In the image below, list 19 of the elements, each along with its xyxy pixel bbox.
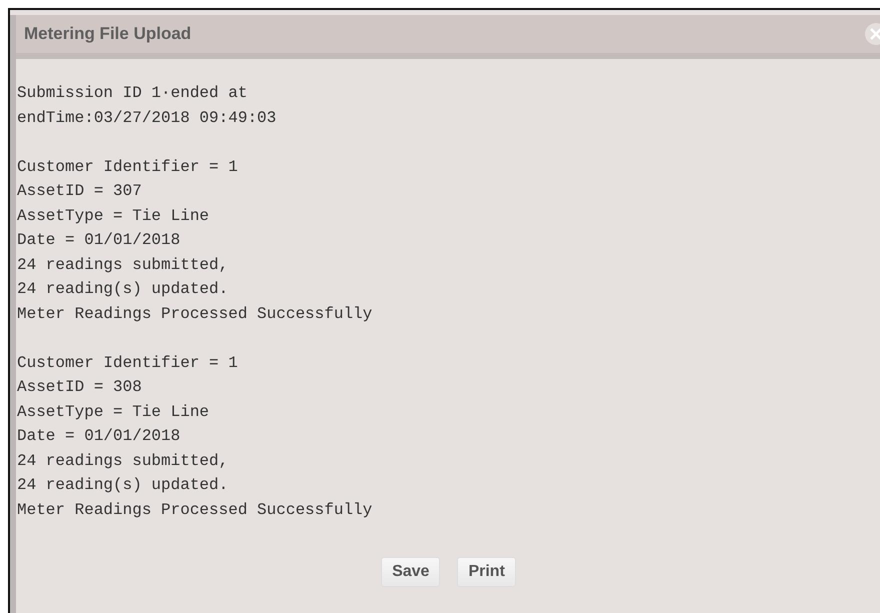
- log-line: AssetID = 308: [17, 377, 143, 398]
- log-line: Submission ID 1·ended at: [17, 83, 248, 104]
- save-button[interactable]: Save: [381, 556, 440, 586]
- log-line: endTime:03/27/2018 09:49:03: [17, 108, 278, 128]
- log-line: Date = 01/01/2018: [17, 230, 182, 251]
- log-line: AssetType = Tie Line: [17, 206, 210, 226]
- log-line: Meter Readings Processed Successfully: [17, 304, 374, 324]
- log-line: 24 readings submitted,: [17, 254, 230, 276]
- log-line: Customer Identifier = 1: [17, 352, 239, 374]
- log-line: AssetType = Tie Line: [17, 402, 210, 422]
- log-line: Customer Identifier = 1: [17, 156, 239, 178]
- log-line: 24 reading(s) updated.: [17, 475, 230, 496]
- log-line: AssetID = 307: [17, 181, 143, 202]
- log-line: Meter Readings Processed Successfully: [17, 500, 374, 520]
- dialog-title: Metering File Upload: [24, 24, 192, 44]
- log-line: 24 readings submitted,: [17, 450, 230, 472]
- log-line: 24 reading(s) updated.: [17, 279, 230, 300]
- print-button[interactable]: Print: [457, 556, 516, 586]
- log-line: Date = 01/01/2018: [17, 426, 182, 447]
